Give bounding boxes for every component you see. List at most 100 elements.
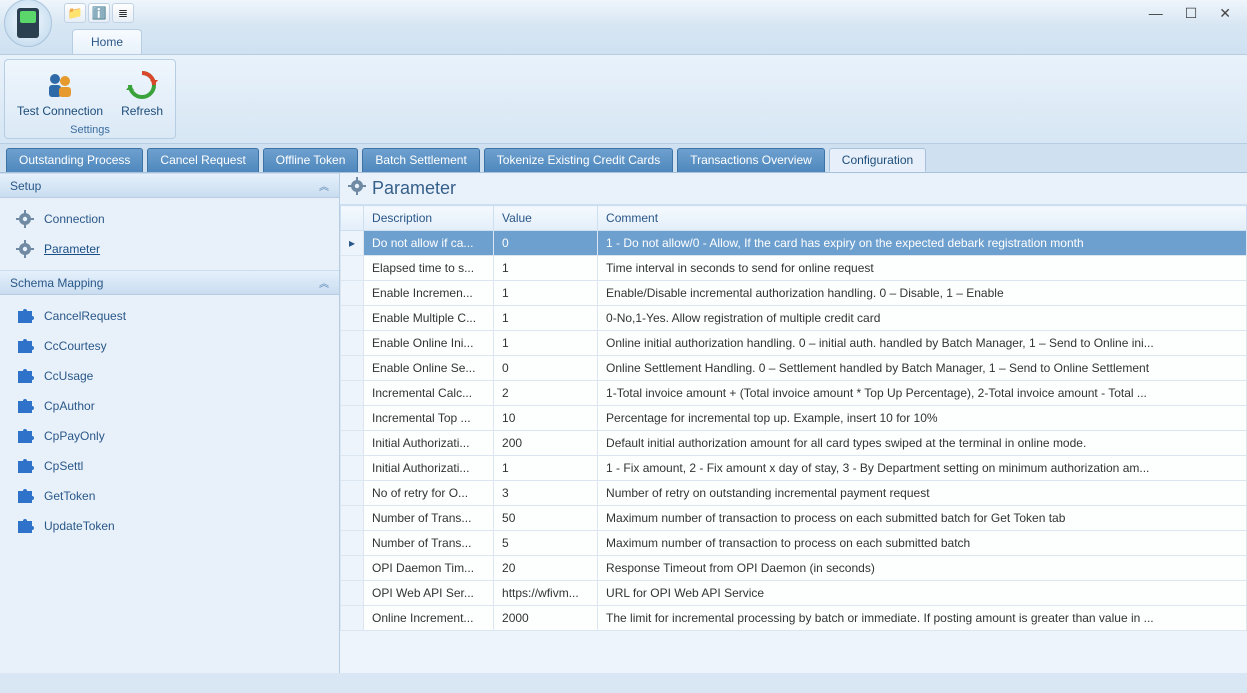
sidebar-item-connection[interactable]: Connection [4, 204, 335, 234]
row-indicator [341, 506, 364, 531]
row-indicator [341, 281, 364, 306]
sidebar-item-label: Connection [44, 212, 105, 226]
cell-value[interactable]: 1 [494, 331, 598, 356]
chevron-up-icon: ︽ [319, 275, 329, 290]
cell-value[interactable]: 1 [494, 306, 598, 331]
tab-outstanding-process[interactable]: Outstanding Process [6, 148, 143, 172]
cell-description: Enable Multiple C... [364, 306, 494, 331]
cell-comment: 0-No,1-Yes. Allow registration of multip… [598, 306, 1247, 331]
cell-description: Elapsed time to s... [364, 256, 494, 281]
table-row[interactable]: Enable Online Se...0Online Settlement Ha… [341, 356, 1247, 381]
cell-value[interactable]: 5 [494, 531, 598, 556]
puzzle-icon [16, 337, 34, 355]
cell-value[interactable]: 1 [494, 256, 598, 281]
cell-comment: Enable/Disable incremental authorization… [598, 281, 1247, 306]
cell-value[interactable]: 200 [494, 431, 598, 456]
col-value[interactable]: Value [494, 206, 598, 231]
sidebar-item-cpauthor[interactable]: CpAuthor [4, 391, 335, 421]
tab-offline-token[interactable]: Offline Token [263, 148, 359, 172]
cell-comment: Time interval in seconds to send for onl… [598, 256, 1247, 281]
cell-value[interactable]: 2 [494, 381, 598, 406]
table-row[interactable]: Enable Incremen...1Enable/Disable increm… [341, 281, 1247, 306]
cell-comment: Online initial authorization handling. 0… [598, 331, 1247, 356]
main-tabstrip: Outstanding ProcessCancel RequestOffline… [0, 144, 1247, 172]
sidebar-item-ccusage[interactable]: CcUsage [4, 361, 335, 391]
table-row[interactable]: Initial Authorizati...200Default initial… [341, 431, 1247, 456]
cell-description: No of retry for O... [364, 481, 494, 506]
row-indicator [341, 256, 364, 281]
sidebar-item-label: GetToken [44, 489, 95, 503]
cell-value[interactable]: 0 [494, 231, 598, 256]
cell-description: Enable Incremen... [364, 281, 494, 306]
cell-comment: Percentage for incremental top up. Examp… [598, 406, 1247, 431]
sidebar-item-parameter[interactable]: Parameter [4, 234, 335, 264]
col-description[interactable]: Description [364, 206, 494, 231]
test-connection-button[interactable]: Test Connection [11, 64, 109, 122]
table-row[interactable]: Enable Multiple C...10-No,1-Yes. Allow r… [341, 306, 1247, 331]
cell-description: Initial Authorizati... [364, 456, 494, 481]
table-row[interactable]: Number of Trans...5Maximum number of tra… [341, 531, 1247, 556]
table-row[interactable]: Initial Authorizati...11 - Fix amount, 2… [341, 456, 1247, 481]
row-indicator [341, 356, 364, 381]
table-row[interactable]: OPI Daemon Tim...20Response Timeout from… [341, 556, 1247, 581]
cell-value[interactable]: 1 [494, 456, 598, 481]
qat-icon-1[interactable]: 📁 [64, 3, 86, 23]
sidebar-item-cccourtesy[interactable]: CcCourtesy [4, 331, 335, 361]
cell-value[interactable]: 50 [494, 506, 598, 531]
puzzle-icon [16, 367, 34, 385]
cell-description: Enable Online Ini... [364, 331, 494, 356]
sidebar-item-cppayonly[interactable]: CpPayOnly [4, 421, 335, 451]
table-header-row: Description Value Comment [341, 206, 1247, 231]
table-row[interactable]: Enable Online Ini...1Online initial auth… [341, 331, 1247, 356]
cell-comment: Online Settlement Handling. 0 – Settleme… [598, 356, 1247, 381]
cell-value[interactable]: 3 [494, 481, 598, 506]
table-row[interactable]: Number of Trans...50Maximum number of tr… [341, 506, 1247, 531]
tab-tokenize-existing-credit-cards[interactable]: Tokenize Existing Credit Cards [484, 148, 673, 172]
sidebar-item-cancelrequest[interactable]: CancelRequest [4, 301, 335, 331]
cell-value[interactable]: 1 [494, 281, 598, 306]
cell-value[interactable]: 10 [494, 406, 598, 431]
puzzle-icon [16, 427, 34, 445]
qat-icon-3[interactable]: ≣ [112, 3, 134, 23]
cell-description: OPI Daemon Tim... [364, 556, 494, 581]
row-indicator [341, 381, 364, 406]
parameter-table[interactable]: Description Value Comment ▸Do not allow … [340, 205, 1247, 631]
sidebar-item-updatetoken[interactable]: UpdateToken [4, 511, 335, 541]
close-icon[interactable]: ✕ [1219, 5, 1231, 22]
refresh-button[interactable]: Refresh [115, 64, 169, 122]
minimize-icon[interactable]: — [1149, 5, 1163, 22]
tab-configuration[interactable]: Configuration [829, 148, 926, 172]
sidebar-item-gettoken[interactable]: GetToken [4, 481, 335, 511]
table-row[interactable]: Incremental Top ...10Percentage for incr… [341, 406, 1247, 431]
cell-comment: Response Timeout from OPI Daemon (in sec… [598, 556, 1247, 581]
tab-cancel-request[interactable]: Cancel Request [147, 148, 258, 172]
ribbon-tab-home[interactable]: Home [72, 29, 142, 54]
tab-transactions-overview[interactable]: Transactions Overview [677, 148, 825, 172]
cell-value[interactable]: 20 [494, 556, 598, 581]
cell-value[interactable]: 0 [494, 356, 598, 381]
col-comment[interactable]: Comment [598, 206, 1247, 231]
setup-panel-header[interactable]: Setup ︽ [0, 173, 339, 198]
cell-description: Number of Trans... [364, 531, 494, 556]
gear-icon [348, 177, 366, 200]
sidebar-item-label: UpdateToken [44, 519, 115, 533]
maximize-icon[interactable]: ☐ [1185, 5, 1198, 22]
sidebar-item-label: Parameter [44, 242, 100, 256]
qat-icon-2[interactable]: ℹ️ [88, 3, 110, 23]
sidebar-item-label: CpSettl [44, 459, 83, 473]
cell-value[interactable]: https://wfivm... [494, 581, 598, 606]
table-row[interactable]: Incremental Calc...21-Total invoice amou… [341, 381, 1247, 406]
schema-panel-header[interactable]: Schema Mapping ︽ [0, 270, 339, 295]
table-row[interactable]: OPI Web API Ser...https://wfivm...URL fo… [341, 581, 1247, 606]
sidebar-item-cpsettl[interactable]: CpSettl [4, 451, 335, 481]
table-row[interactable]: ▸Do not allow if ca...01 - Do not allow/… [341, 231, 1247, 256]
cell-value[interactable]: 2000 [494, 606, 598, 631]
cell-description: Online Increment... [364, 606, 494, 631]
tab-batch-settlement[interactable]: Batch Settlement [362, 148, 479, 172]
sidebar-item-label: CcCourtesy [44, 339, 107, 353]
refresh-icon [125, 68, 159, 102]
table-row[interactable]: Online Increment...2000The limit for inc… [341, 606, 1247, 631]
app-icon[interactable] [4, 0, 52, 47]
table-row[interactable]: Elapsed time to s...1Time interval in se… [341, 256, 1247, 281]
table-row[interactable]: No of retry for O...3Number of retry on … [341, 481, 1247, 506]
